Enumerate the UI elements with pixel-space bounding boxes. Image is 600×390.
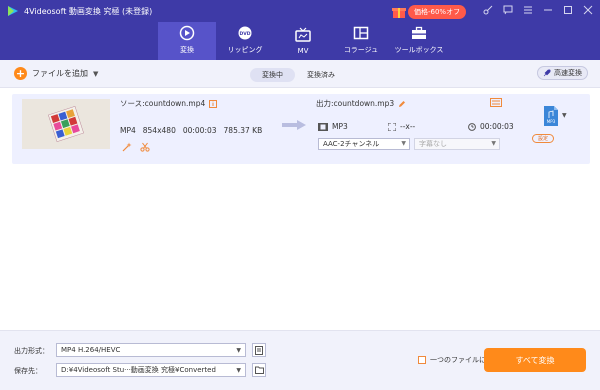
clock-icon (468, 123, 476, 131)
tab-mv[interactable]: MV (274, 22, 332, 60)
source-resolution: 854x480 (142, 126, 176, 135)
output-resolution: --x-- (400, 122, 416, 131)
tab-ripping[interactable]: DVD リッピング (216, 22, 274, 60)
document-icon (255, 345, 263, 355)
tab-label: リッピング (227, 46, 263, 54)
film-icon (318, 123, 328, 131)
magic-wand-icon[interactable] (122, 142, 132, 152)
status-toggle: 変換中 変換済み (250, 68, 347, 82)
collage-icon (353, 26, 369, 40)
audio-track-value: AAC-2チャンネル (323, 140, 380, 148)
output-label: 出力:countdown.mp3 (316, 99, 395, 108)
output-duration: 00:00:03 (480, 122, 514, 131)
output-filename: 出力:countdown.mp3 (316, 98, 406, 109)
thumbnail-image (22, 99, 110, 149)
window-title: 4Videosoft 動画変換 究極 (未登録) (24, 7, 153, 16)
save-path-value: D:¥4Videosoft Stu···動画変換 究極¥Converted (61, 366, 216, 374)
tab-converted[interactable]: 変換済み (295, 68, 347, 82)
source-size: 785.37 KB (223, 126, 263, 135)
edit-tools (122, 142, 150, 152)
convert-all-button[interactable]: すべて変換 (484, 348, 586, 372)
tab-toolbox[interactable]: ツールボックス (390, 22, 448, 60)
fast-convert-label: 高速変換 (554, 69, 582, 77)
key-icon[interactable] (482, 4, 494, 16)
open-folder-button[interactable] (252, 363, 266, 377)
menu-icon[interactable] (522, 4, 534, 16)
tab-label: 変換 (180, 46, 194, 54)
video-thumbnail[interactable] (22, 99, 110, 149)
add-icon: + (14, 67, 27, 80)
arrow-right-icon (282, 120, 306, 130)
title-bar: 4Videosoft 動画変換 究極 (未登録) 価格-60%オフ 変換 DVD… (0, 0, 600, 60)
dvd-icon: DVD (238, 26, 252, 40)
source-filename: ソース:countdown.mp4 (120, 98, 218, 109)
tv-icon (295, 27, 311, 42)
add-file-label: ファイルを追加 (32, 69, 88, 78)
subtitle-select[interactable]: 字幕なし ▼ (414, 138, 500, 150)
fast-convert-button[interactable]: 高速変換 (537, 66, 588, 80)
chat-icon[interactable] (502, 4, 514, 16)
output-format: MP3 (332, 122, 348, 131)
promo[interactable]: 価格-60%オフ (392, 4, 467, 20)
save-path-select[interactable]: D:¥4Videosoft Stu···動画変換 究極¥Converted ▼ (56, 363, 246, 377)
mp3-format-icon-label: MP3 (547, 119, 556, 124)
tab-converting[interactable]: 変換中 (250, 68, 295, 82)
promo-badge[interactable]: 価格-60%オフ (408, 5, 467, 19)
chevron-down-icon[interactable]: ▼ (562, 112, 567, 119)
audio-track-select[interactable]: AAC-2チャンネル ▼ (318, 138, 410, 150)
resize-icon (388, 123, 396, 131)
sub-toolbar: + ファイルを追加 ▼ 変換中 変換済み 高速変換 (0, 60, 600, 88)
compress-icon[interactable] (490, 98, 502, 107)
tab-collage[interactable]: コラージュ (332, 22, 390, 60)
scissors-icon[interactable] (140, 142, 150, 152)
window-controls (482, 4, 594, 16)
chevron-down-icon[interactable]: ▼ (93, 70, 98, 78)
maximize-icon[interactable] (562, 4, 574, 16)
merge-checkbox[interactable] (418, 356, 426, 364)
chevron-down-icon: ▼ (236, 347, 241, 354)
output-meta: MP3 --x-- 00:00:03 (318, 122, 514, 134)
folder-icon (254, 366, 264, 374)
close-icon[interactable] (582, 4, 594, 16)
gift-icon (392, 8, 406, 18)
output-format-label: 出力形式： (14, 347, 49, 355)
tab-label: ツールボックス (394, 46, 444, 54)
tab-label: コラージュ (343, 46, 379, 54)
source-duration: 00:00:03 (182, 126, 217, 135)
subtitle-value: 字幕なし (419, 140, 447, 148)
convert-icon (179, 25, 195, 41)
mp3-format-icon[interactable]: MP3 (544, 106, 558, 126)
chevron-down-icon: ▼ (236, 367, 241, 374)
app-window: 4Videosoft 動画変換 究極 (未登録) 価格-60%オフ 変換 DVD… (0, 0, 600, 390)
main-tabs: 変換 DVD リッピング MV コラージュ ツールボックス (158, 22, 448, 60)
bottom-panel: 出力形式： MP4 H.264/HEVC ▼ 保存先： D:¥4Videosof… (0, 330, 600, 390)
tab-convert[interactable]: 変換 (158, 22, 216, 60)
rocket-icon (543, 69, 551, 77)
save-path-label: 保存先： (14, 367, 42, 375)
info-icon[interactable] (209, 99, 218, 108)
source-meta: MP4 854x480 00:00:03 785.37 KB (120, 126, 262, 135)
format-settings-button[interactable] (252, 343, 266, 357)
svg-text:DVD: DVD (240, 31, 251, 37)
chevron-down-icon: ▼ (401, 140, 406, 147)
toolbox-icon (412, 26, 426, 39)
chevron-down-icon: ▼ (491, 140, 496, 147)
output-format-select[interactable]: MP4 H.264/HEVC ▼ (56, 343, 246, 357)
source-format: MP4 (120, 126, 136, 135)
file-item[interactable]: ソース:countdown.mp4 MP4 854x480 00:00:03 7… (12, 94, 590, 164)
output-format-value: MP4 H.264/HEVC (61, 346, 121, 354)
edit-pencil-icon[interactable] (398, 100, 406, 108)
source-label: ソース:countdown.mp4 (120, 99, 206, 108)
add-file-button[interactable]: + ファイルを追加 ▼ (14, 67, 98, 80)
settings-button[interactable]: 設定 (532, 134, 554, 143)
app-logo-icon (8, 6, 18, 16)
tab-label: MV (297, 47, 309, 55)
minimize-icon[interactable] (542, 4, 554, 16)
